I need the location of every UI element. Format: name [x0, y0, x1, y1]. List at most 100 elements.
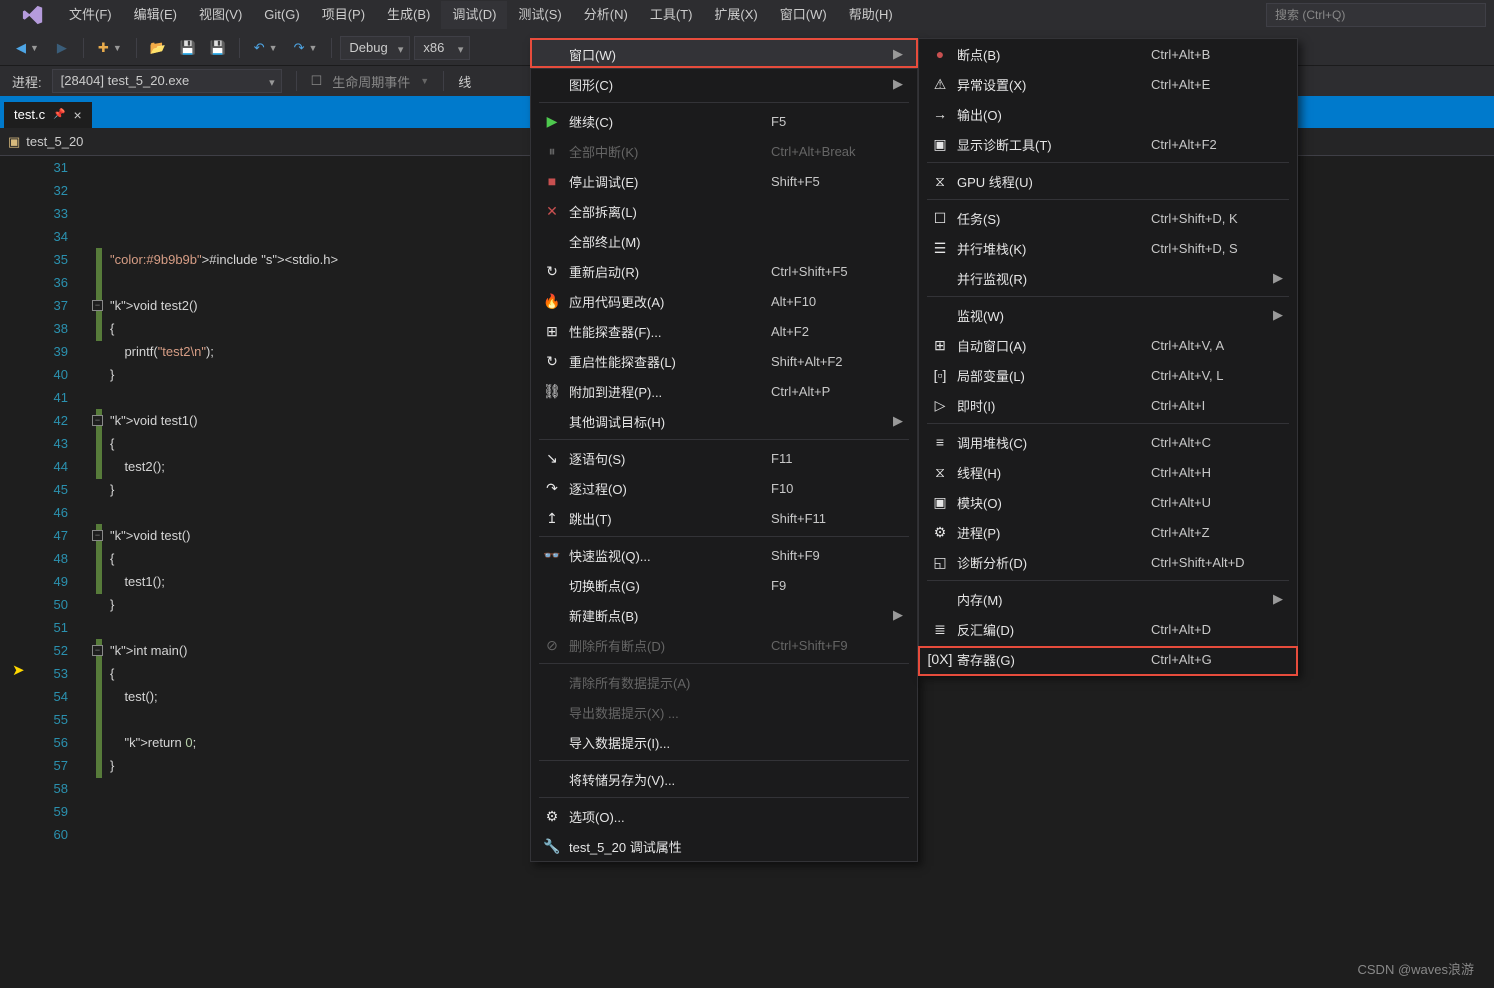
- search-input[interactable]: 搜索 (Ctrl+Q): [1266, 3, 1486, 27]
- menu-item[interactable]: ↘逐语句(S)F11: [531, 443, 917, 473]
- menu-item[interactable]: ≡调用堆栈(C)Ctrl+Alt+C: [919, 427, 1297, 457]
- menu-tools[interactable]: 工具(T): [639, 1, 704, 29]
- menu-item[interactable]: ◱诊断分析(D)Ctrl+Shift+Alt+D: [919, 547, 1297, 577]
- menu-item[interactable]: 👓快速监视(Q)...Shift+F9: [531, 540, 917, 570]
- menu-item[interactable]: ☐任务(S)Ctrl+Shift+D, K: [919, 203, 1297, 233]
- fold-icon[interactable]: −: [92, 415, 103, 426]
- fold-icon[interactable]: −: [92, 645, 103, 656]
- menu-debug[interactable]: 调试(D): [441, 1, 507, 29]
- menu-icon: ▣: [927, 136, 953, 153]
- menu-label: 停止调试(E): [565, 172, 771, 191]
- save-all-icon[interactable]: 💾: [205, 35, 231, 61]
- menu-item[interactable]: ⚠异常设置(X)Ctrl+Alt+E: [919, 69, 1297, 99]
- menu-item[interactable]: ↻重新启动(R)Ctrl+Shift+F5: [531, 256, 917, 286]
- menu-build[interactable]: 生成(B): [376, 1, 441, 29]
- menu-item[interactable]: 导入数据提示(I)...: [531, 727, 917, 757]
- menu-icon: ↥: [539, 510, 565, 527]
- menu-item[interactable]: 全部终止(M): [531, 226, 917, 256]
- menu-label: 将转储另存为(V)...: [565, 770, 771, 789]
- menu-window[interactable]: 窗口(W): [769, 1, 838, 29]
- menu-item[interactable]: 监视(W)▶: [919, 300, 1297, 330]
- menu-icon: ⏸: [539, 143, 565, 160]
- menu-edit[interactable]: 编辑(E): [123, 1, 188, 29]
- menu-git[interactable]: Git(G): [253, 1, 310, 29]
- open-file-icon[interactable]: 📂: [145, 35, 171, 61]
- config-combo[interactable]: Debug: [340, 36, 410, 60]
- menu-item[interactable]: ■停止调试(E)Shift+F5: [531, 166, 917, 196]
- menu-shortcut: Ctrl+Alt+E: [1151, 77, 1271, 92]
- menu-icon: ≡: [927, 434, 953, 450]
- menu-icon: ◱: [927, 554, 953, 571]
- window-submenu: ●断点(B)Ctrl+Alt+B⚠异常设置(X)Ctrl+Alt+E→输出(O)…: [918, 38, 1298, 675]
- fold-icon[interactable]: −: [92, 530, 103, 541]
- menu-item[interactable]: 窗口(W)▶: [531, 39, 917, 69]
- menu-item[interactable]: 将转储另存为(V)...: [531, 764, 917, 794]
- menu-item[interactable]: 内存(M)▶: [919, 584, 1297, 614]
- menu-extensions[interactable]: 扩展(X): [703, 1, 768, 29]
- menu-item[interactable]: 并行监视(R)▶: [919, 263, 1297, 293]
- menu-item[interactable]: 其他调试目标(H)▶: [531, 406, 917, 436]
- menu-shortcut: Ctrl+Shift+F5: [771, 264, 891, 279]
- menu-label: 并行堆栈(K): [953, 239, 1151, 258]
- process-combo[interactable]: [28404] test_5_20.exe: [52, 69, 282, 93]
- menu-file[interactable]: 文件(F): [58, 1, 123, 29]
- menu-help[interactable]: 帮助(H): [838, 1, 904, 29]
- menu-icon: ▣: [927, 494, 953, 511]
- tab-testc[interactable]: test.c 📌 ×: [4, 102, 92, 128]
- redo-button[interactable]: ↷▼: [288, 35, 324, 61]
- menu-project[interactable]: 项目(P): [311, 1, 376, 29]
- menu-icon: ⊞: [927, 337, 953, 354]
- menu-item[interactable]: ●断点(B)Ctrl+Alt+B: [919, 39, 1297, 69]
- menu-label: 重新启动(R): [565, 262, 771, 281]
- menu-analyze[interactable]: 分析(N): [573, 1, 639, 29]
- menu-shortcut: Ctrl+Alt+V, A: [1151, 338, 1271, 353]
- menu-item[interactable]: ▣显示诊断工具(T)Ctrl+Alt+F2: [919, 129, 1297, 159]
- lifecycle-label[interactable]: 生命周期事件: [332, 72, 410, 91]
- menu-item[interactable]: ▶继续(C)F5: [531, 106, 917, 136]
- menu-view[interactable]: 视图(V): [188, 1, 253, 29]
- platform-combo[interactable]: x86: [414, 36, 470, 60]
- menu-label: 切换断点(G): [565, 576, 771, 595]
- nav-forward-button[interactable]: ▶: [49, 35, 75, 61]
- menu-item[interactable]: ☰并行堆栈(K)Ctrl+Shift+D, S: [919, 233, 1297, 263]
- fold-icon[interactable]: −: [92, 300, 103, 311]
- code-area[interactable]: "color:#9b9b9b">#include "s"><stdio.h> "…: [80, 156, 338, 846]
- submenu-arrow-icon: ▶: [1271, 591, 1283, 607]
- menu-item[interactable]: →输出(O): [919, 99, 1297, 129]
- submenu-arrow-icon: ▶: [891, 413, 903, 429]
- menu-item[interactable]: ⚙进程(P)Ctrl+Alt+Z: [919, 517, 1297, 547]
- menu-icon: ↘: [539, 450, 565, 467]
- menu-item[interactable]: ≣反汇编(D)Ctrl+Alt+D: [919, 614, 1297, 644]
- menu-test[interactable]: 测试(S): [507, 1, 572, 29]
- menu-item[interactable]: ✕全部拆离(L): [531, 196, 917, 226]
- menu-bar: 文件(F) 编辑(E) 视图(V) Git(G) 项目(P) 生成(B) 调试(…: [0, 0, 1494, 30]
- menu-label: 显示诊断工具(T): [953, 135, 1151, 154]
- close-icon[interactable]: ×: [74, 102, 82, 128]
- menu-item[interactable]: 🔧test_5_20 调试属性: [531, 831, 917, 861]
- menu-icon: 🔧: [539, 838, 565, 855]
- menu-item[interactable]: [0X]寄存器(G)Ctrl+Alt+G: [919, 644, 1297, 674]
- menu-item[interactable]: ▷即时(I)Ctrl+Alt+I: [919, 390, 1297, 420]
- menu-item[interactable]: 🔥应用代码更改(A)Alt+F10: [531, 286, 917, 316]
- menu-item[interactable]: 图形(C)▶: [531, 69, 917, 99]
- menu-item[interactable]: ▣模块(O)Ctrl+Alt+U: [919, 487, 1297, 517]
- menu-item[interactable]: ↥跳出(T)Shift+F11: [531, 503, 917, 533]
- nav-back-button[interactable]: ◀▼: [10, 35, 45, 61]
- menu-item[interactable]: ⊞自动窗口(A)Ctrl+Alt+V, A: [919, 330, 1297, 360]
- menu-item[interactable]: 切换断点(G)F9: [531, 570, 917, 600]
- undo-button[interactable]: ↶▼: [248, 35, 284, 61]
- menu-item[interactable]: ↷逐过程(O)F10: [531, 473, 917, 503]
- pin-icon[interactable]: 📌: [53, 102, 65, 128]
- menu-item[interactable]: ⧖线程(H)Ctrl+Alt+H: [919, 457, 1297, 487]
- new-item-button[interactable]: ✚▼: [92, 35, 128, 61]
- menu-item[interactable]: ⊞性能探查器(F)...Alt+F2: [531, 316, 917, 346]
- save-icon[interactable]: 💾: [175, 35, 201, 61]
- menu-item[interactable]: 新建断点(B)▶: [531, 600, 917, 630]
- process-label: 进程:: [12, 72, 42, 91]
- menu-item[interactable]: ⛓附加到进程(P)...Ctrl+Alt+P: [531, 376, 917, 406]
- menu-icon: ⊞: [539, 323, 565, 340]
- menu-item[interactable]: [▫]局部变量(L)Ctrl+Alt+V, L: [919, 360, 1297, 390]
- menu-item[interactable]: ↻重启性能探查器(L)Shift+Alt+F2: [531, 346, 917, 376]
- menu-item[interactable]: ⧖GPU 线程(U): [919, 166, 1297, 196]
- menu-item[interactable]: ⚙选项(O)...: [531, 801, 917, 831]
